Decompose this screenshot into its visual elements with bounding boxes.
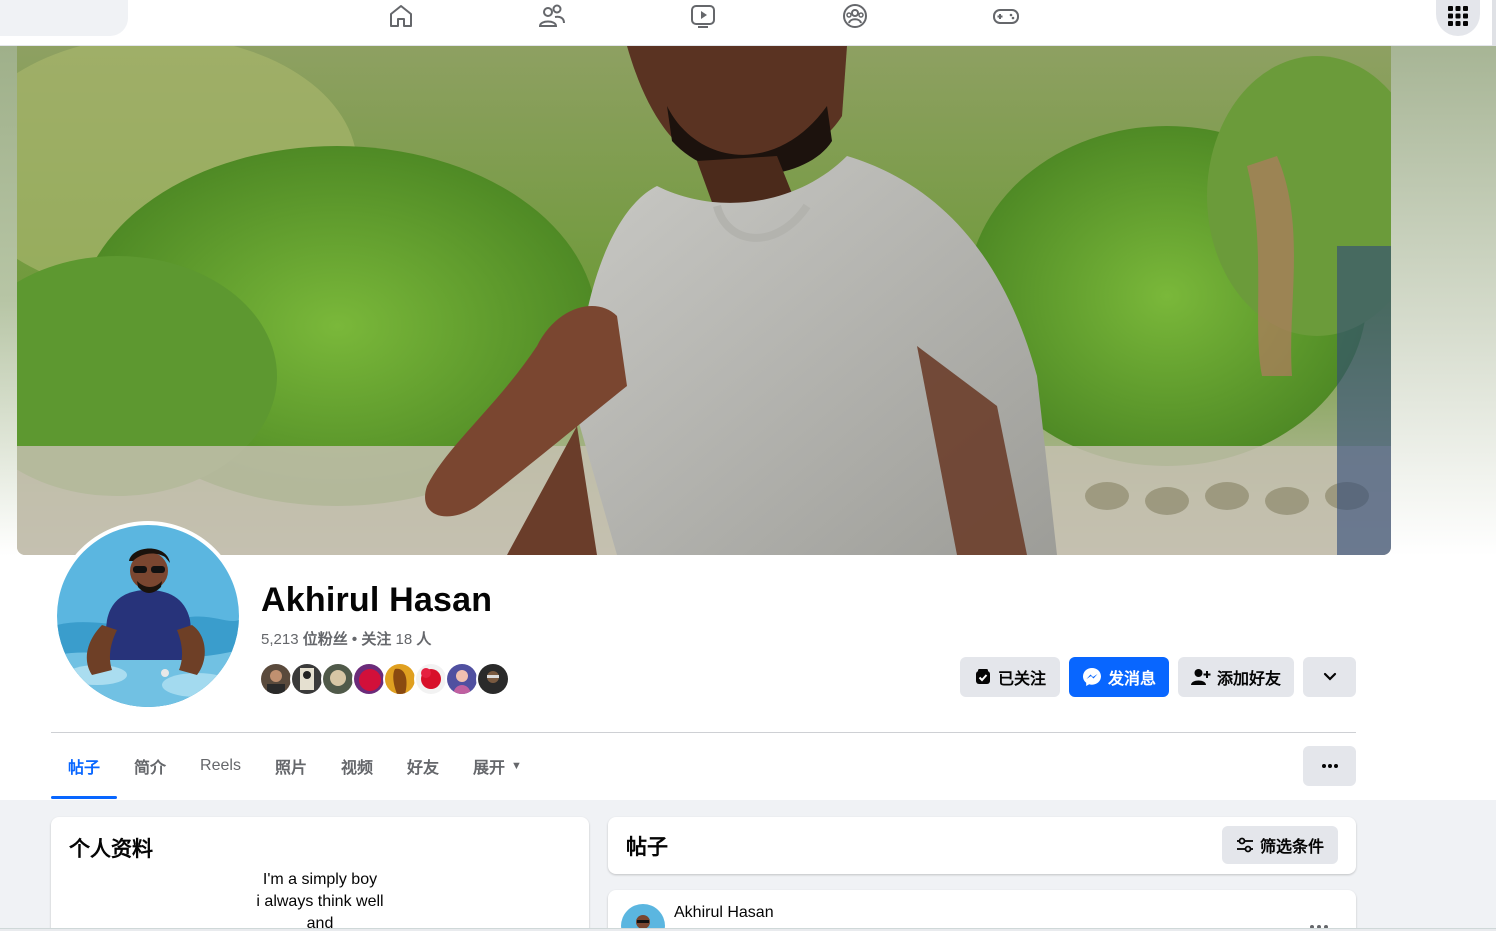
tab-label: 简介 <box>134 760 167 777</box>
scrollbar-edge <box>1492 0 1496 46</box>
stats-separator: • <box>351 631 358 648</box>
add-friend-icon <box>1190 668 1211 686</box>
video-icon[interactable] <box>689 2 717 30</box>
friend-avatar[interactable] <box>259 662 293 696</box>
home-icon[interactable] <box>387 2 415 30</box>
tab-videos[interactable]: 视频 <box>324 733 390 799</box>
profile-avatar[interactable] <box>53 521 243 711</box>
messenger-icon <box>1082 667 1102 687</box>
add-friend-button[interactable]: 添加好友 <box>1178 657 1294 697</box>
cover-backdrop-left <box>0 46 17 556</box>
tab-label: 好友 <box>406 760 439 777</box>
tab-friends[interactable]: 好友 <box>390 733 456 799</box>
message-button-label: 发消息 <box>1107 671 1156 688</box>
followers-count[interactable]: 5,213 <box>261 631 299 648</box>
filter-button[interactable]: 筛选条件 <box>1222 826 1338 864</box>
tab-photos[interactable]: 照片 <box>258 733 324 799</box>
profile-tabs: 帖子 简介 Reels 照片 视频 好友 展开 ▼ <box>51 733 539 799</box>
profile-options-dropdown[interactable] <box>1303 657 1356 697</box>
post-author-name[interactable]: Akhirul Hasan <box>674 904 774 922</box>
friends-icon[interactable] <box>538 2 566 30</box>
tab-label: 展开 <box>472 760 505 777</box>
following-button-label: 已关注 <box>997 671 1046 688</box>
friend-avatar[interactable] <box>445 662 479 696</box>
following-count[interactable]: 18 <box>396 631 413 648</box>
bio-line: I'm a simply boy <box>262 871 378 888</box>
grid-menu-icon[interactable] <box>1436 0 1480 36</box>
friend-avatar[interactable] <box>476 662 510 696</box>
tab-reels[interactable]: Reels <box>183 733 258 799</box>
posts-title: 帖子 <box>626 836 668 859</box>
friend-avatar[interactable] <box>414 662 448 696</box>
cover-photo[interactable] <box>17 46 1391 555</box>
cover-backdrop-right <box>1391 46 1496 556</box>
following-label[interactable]: 关注 <box>361 631 391 648</box>
groups-icon[interactable] <box>841 2 869 30</box>
following-unit[interactable]: 人 <box>416 631 431 648</box>
top-navigation-bar <box>0 0 1496 46</box>
post-author-avatar[interactable] <box>621 904 665 931</box>
intro-card: 个人资料 I'm a simply boy i always think wel… <box>51 817 589 931</box>
sliders-icon <box>1236 837 1254 853</box>
posts-header-card: 帖子 筛选条件 <box>608 817 1356 874</box>
tab-about[interactable]: 简介 <box>117 733 183 799</box>
friend-avatar[interactable] <box>352 662 386 696</box>
tab-more[interactable]: 展开 ▼ <box>456 733 539 799</box>
more-dots-icon <box>1321 764 1338 768</box>
tab-label: 照片 <box>274 760 307 777</box>
intro-bio: I'm a simply boy i always think well and <box>51 869 589 931</box>
post-card: Akhirul Hasan <box>608 890 1356 931</box>
tabs-more-button[interactable] <box>1303 746 1356 786</box>
tab-label: 视频 <box>340 760 373 777</box>
friend-avatar[interactable] <box>290 662 324 696</box>
friend-avatars <box>259 662 510 696</box>
following-check-icon <box>974 668 992 686</box>
filter-button-label: 筛选条件 <box>1259 839 1324 856</box>
followers-label[interactable]: 位粉丝 <box>303 631 348 648</box>
chevron-down-icon <box>1323 672 1337 682</box>
friend-avatar[interactable] <box>321 662 355 696</box>
friend-avatar[interactable] <box>383 662 417 696</box>
tab-label: Reels <box>200 757 241 774</box>
search-box[interactable] <box>0 0 128 36</box>
bio-line: i always think well <box>256 893 384 910</box>
add-friend-button-label: 添加好友 <box>1216 671 1281 688</box>
caret-down-icon: ▼ <box>511 760 522 772</box>
tab-posts[interactable]: 帖子 <box>51 733 118 799</box>
message-button[interactable]: 发消息 <box>1069 657 1169 697</box>
intro-title: 个人资料 <box>69 838 153 861</box>
gaming-icon[interactable] <box>992 2 1020 30</box>
tab-label: 帖子 <box>68 760 101 777</box>
profile-name: Akhirul Hasan <box>261 581 493 619</box>
follow-stats: 5,213 位粉丝 • 关注 18 人 <box>261 628 431 649</box>
following-button[interactable]: 已关注 <box>960 657 1060 697</box>
